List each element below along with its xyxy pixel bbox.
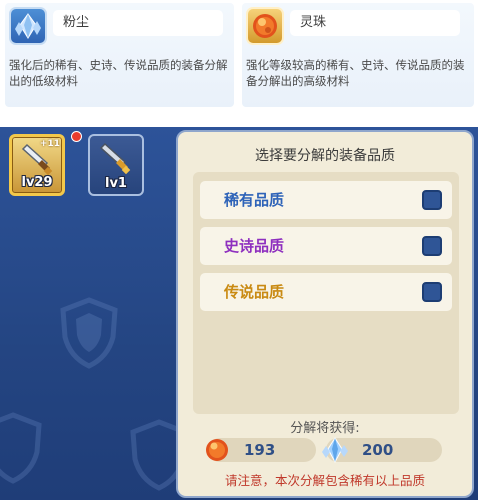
- dust-description: 强化后的稀有、史诗、传说品质的装备分解出的低级材料: [9, 58, 228, 88]
- inventory-panel: +11 lv29 lv1 选择要分解的装备品质 稀有品质 史诗品质 传说品质 分…: [0, 127, 478, 500]
- quality-label-epic: 史诗品质: [224, 237, 285, 255]
- rare-checkbox[interactable]: [422, 190, 442, 210]
- enhance-badge: +11: [39, 139, 60, 149]
- dust-gain: 200: [322, 437, 442, 464]
- dust-gain-value: 200: [362, 441, 394, 459]
- orb-icon: [246, 7, 284, 45]
- orb-name: 灵珠: [290, 10, 460, 36]
- orb-info-card: 灵珠 强化等级较高的稀有、史诗、传说品质的装备分解出的高级材料: [242, 3, 474, 107]
- orb-description: 强化等级较高的稀有、史诗、传说品质的装备分解出的高级材料: [246, 58, 465, 88]
- shield-icon: [60, 297, 118, 369]
- item-level: lv1: [105, 176, 127, 191]
- dust-info-card: 粉尘 强化后的稀有、史诗、传说品质的装备分解出的低级材料: [5, 3, 234, 107]
- quality-list: 稀有品质 史诗品质 传说品质: [193, 172, 459, 414]
- shield-icon: [0, 412, 42, 484]
- epic-checkbox[interactable]: [422, 236, 442, 256]
- notification-dot: [71, 131, 82, 142]
- equipment-slot-lv29[interactable]: +11 lv29: [9, 134, 65, 196]
- quality-row-epic[interactable]: 史诗品质: [200, 227, 452, 265]
- item-level: lv29: [21, 175, 53, 190]
- crystal-icon: [322, 437, 348, 464]
- material-info-area: 粉尘 强化后的稀有、史诗、传说品质的装备分解出的低级材料 灵珠 强化等级较高的稀…: [0, 0, 478, 118]
- dialog-title: 选择要分解的装备品质: [255, 148, 395, 164]
- orb-gain: 193: [206, 438, 316, 462]
- quality-row-legendary[interactable]: 传说品质: [200, 273, 452, 311]
- quality-label-legendary: 传说品质: [224, 283, 285, 301]
- equipment-slot-lv1[interactable]: lv1: [88, 134, 144, 196]
- decompose-notice: 请注意，本次分解包含稀有以上品质: [224, 473, 425, 488]
- crystal-icon: [9, 7, 47, 45]
- sword-icon: [99, 142, 131, 175]
- legendary-checkbox[interactable]: [422, 282, 442, 302]
- quality-label-rare: 稀有品质: [224, 191, 285, 209]
- orb-gain-value: 193: [244, 441, 276, 459]
- orb-icon: [206, 439, 228, 461]
- dust-name: 粉尘: [53, 10, 223, 36]
- quality-row-rare[interactable]: 稀有品质: [200, 181, 452, 219]
- gain-title: 分解将获得:: [290, 421, 360, 436]
- decompose-dialog: 选择要分解的装备品质 稀有品质 史诗品质 传说品质 分解将获得: 193 200…: [176, 130, 474, 498]
